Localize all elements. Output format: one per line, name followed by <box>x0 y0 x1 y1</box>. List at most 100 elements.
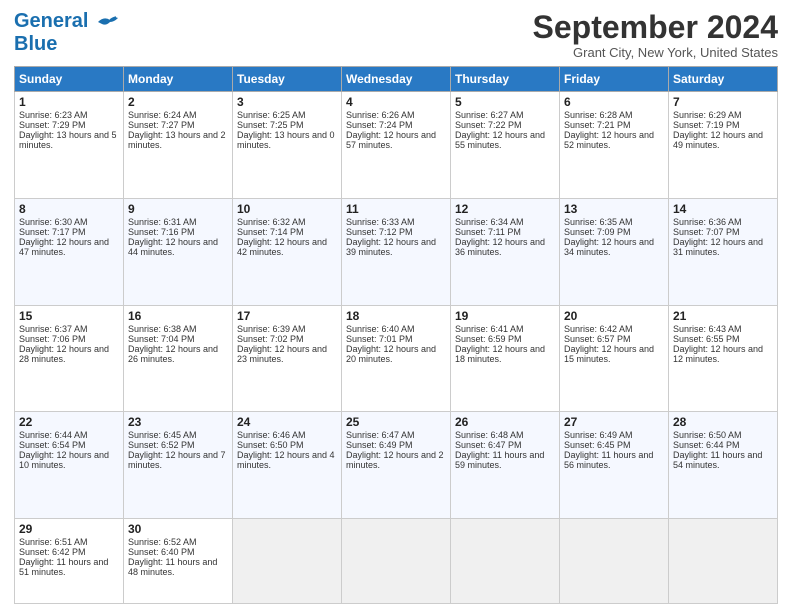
day-number: 2 <box>128 95 228 109</box>
col-sunday: Sunday <box>15 67 124 92</box>
daylight-label: Daylight: 12 hours and 31 minutes. <box>673 237 763 257</box>
calendar-cell: 19 Sunrise: 6:41 AM Sunset: 6:59 PM Dayl… <box>451 305 560 412</box>
daylight-label: Daylight: 12 hours and 23 minutes. <box>237 344 327 364</box>
sunrise-label: Sunrise: 6:25 AM <box>237 110 306 120</box>
day-number: 5 <box>455 95 555 109</box>
sunrise-label: Sunrise: 6:23 AM <box>19 110 88 120</box>
calendar-cell: 17 Sunrise: 6:39 AM Sunset: 7:02 PM Dayl… <box>233 305 342 412</box>
day-number: 13 <box>564 202 664 216</box>
calendar-cell: 28 Sunrise: 6:50 AM Sunset: 6:44 PM Dayl… <box>669 412 778 519</box>
day-number: 7 <box>673 95 773 109</box>
sunset-label: Sunset: 7:22 PM <box>455 120 522 130</box>
calendar-cell: 29 Sunrise: 6:51 AM Sunset: 6:42 PM Dayl… <box>15 519 124 604</box>
calendar-cell: 7 Sunrise: 6:29 AM Sunset: 7:19 PM Dayli… <box>669 92 778 199</box>
sunrise-label: Sunrise: 6:39 AM <box>237 324 306 334</box>
day-number: 22 <box>19 415 119 429</box>
day-number: 15 <box>19 309 119 323</box>
sunset-label: Sunset: 6:54 PM <box>19 440 86 450</box>
col-monday: Monday <box>124 67 233 92</box>
day-number: 16 <box>128 309 228 323</box>
page: General Blue September 2024 Grant City, … <box>0 0 792 612</box>
day-number: 11 <box>346 202 446 216</box>
sunrise-label: Sunrise: 6:47 AM <box>346 430 415 440</box>
calendar-cell <box>669 519 778 604</box>
sunset-label: Sunset: 6:57 PM <box>564 334 631 344</box>
sunrise-label: Sunrise: 6:33 AM <box>346 217 415 227</box>
calendar-cell: 6 Sunrise: 6:28 AM Sunset: 7:21 PM Dayli… <box>560 92 669 199</box>
calendar-cell: 21 Sunrise: 6:43 AM Sunset: 6:55 PM Dayl… <box>669 305 778 412</box>
location: Grant City, New York, United States <box>533 45 778 60</box>
day-number: 24 <box>237 415 337 429</box>
daylight-label: Daylight: 12 hours and 26 minutes. <box>128 344 218 364</box>
day-number: 10 <box>237 202 337 216</box>
sunset-label: Sunset: 6:47 PM <box>455 440 522 450</box>
calendar-cell: 2 Sunrise: 6:24 AM Sunset: 7:27 PM Dayli… <box>124 92 233 199</box>
calendar-cell: 23 Sunrise: 6:45 AM Sunset: 6:52 PM Dayl… <box>124 412 233 519</box>
sunset-label: Sunset: 6:45 PM <box>564 440 631 450</box>
day-number: 18 <box>346 309 446 323</box>
sunset-label: Sunset: 7:25 PM <box>237 120 304 130</box>
calendar-cell: 24 Sunrise: 6:46 AM Sunset: 6:50 PM Dayl… <box>233 412 342 519</box>
calendar-cell <box>560 519 669 604</box>
logo-text: General <box>14 10 118 33</box>
sunrise-label: Sunrise: 6:28 AM <box>564 110 633 120</box>
sunset-label: Sunset: 6:52 PM <box>128 440 195 450</box>
col-saturday: Saturday <box>669 67 778 92</box>
sunset-label: Sunset: 7:06 PM <box>19 334 86 344</box>
sunrise-label: Sunrise: 6:27 AM <box>455 110 524 120</box>
day-number: 14 <box>673 202 773 216</box>
month-title: September 2024 <box>533 10 778 45</box>
calendar-cell: 16 Sunrise: 6:38 AM Sunset: 7:04 PM Dayl… <box>124 305 233 412</box>
sunset-label: Sunset: 7:16 PM <box>128 227 195 237</box>
sunset-label: Sunset: 7:02 PM <box>237 334 304 344</box>
sunrise-label: Sunrise: 6:43 AM <box>673 324 742 334</box>
col-thursday: Thursday <box>451 67 560 92</box>
calendar-cell: 30 Sunrise: 6:52 AM Sunset: 6:40 PM Dayl… <box>124 519 233 604</box>
sunrise-label: Sunrise: 6:34 AM <box>455 217 524 227</box>
day-number: 20 <box>564 309 664 323</box>
calendar-cell: 9 Sunrise: 6:31 AM Sunset: 7:16 PM Dayli… <box>124 198 233 305</box>
day-number: 28 <box>673 415 773 429</box>
day-number: 30 <box>128 522 228 536</box>
day-number: 25 <box>346 415 446 429</box>
sunrise-label: Sunrise: 6:48 AM <box>455 430 524 440</box>
calendar-cell: 10 Sunrise: 6:32 AM Sunset: 7:14 PM Dayl… <box>233 198 342 305</box>
day-number: 21 <box>673 309 773 323</box>
day-number: 17 <box>237 309 337 323</box>
sunset-label: Sunset: 6:44 PM <box>673 440 740 450</box>
daylight-label: Daylight: 12 hours and 57 minutes. <box>346 130 436 150</box>
sunset-label: Sunset: 7:07 PM <box>673 227 740 237</box>
sunset-label: Sunset: 6:59 PM <box>455 334 522 344</box>
calendar-cell: 22 Sunrise: 6:44 AM Sunset: 6:54 PM Dayl… <box>15 412 124 519</box>
sunrise-label: Sunrise: 6:46 AM <box>237 430 306 440</box>
sunrise-label: Sunrise: 6:24 AM <box>128 110 197 120</box>
calendar-cell: 11 Sunrise: 6:33 AM Sunset: 7:12 PM Dayl… <box>342 198 451 305</box>
col-friday: Friday <box>560 67 669 92</box>
sunset-label: Sunset: 7:01 PM <box>346 334 413 344</box>
calendar-cell: 25 Sunrise: 6:47 AM Sunset: 6:49 PM Dayl… <box>342 412 451 519</box>
sunrise-label: Sunrise: 6:51 AM <box>19 537 88 547</box>
calendar-cell: 1 Sunrise: 6:23 AM Sunset: 7:29 PM Dayli… <box>15 92 124 199</box>
daylight-label: Daylight: 13 hours and 0 minutes. <box>237 130 335 150</box>
calendar-cell <box>451 519 560 604</box>
daylight-label: Daylight: 12 hours and 7 minutes. <box>128 450 226 470</box>
sunrise-label: Sunrise: 6:42 AM <box>564 324 633 334</box>
daylight-label: Daylight: 12 hours and 15 minutes. <box>564 344 654 364</box>
sunset-label: Sunset: 6:49 PM <box>346 440 413 450</box>
day-number: 1 <box>19 95 119 109</box>
sunset-label: Sunset: 6:40 PM <box>128 547 195 557</box>
header: General Blue September 2024 Grant City, … <box>14 10 778 60</box>
daylight-label: Daylight: 12 hours and 39 minutes. <box>346 237 436 257</box>
sunset-label: Sunset: 7:12 PM <box>346 227 413 237</box>
daylight-label: Daylight: 11 hours and 51 minutes. <box>19 557 108 577</box>
day-number: 19 <box>455 309 555 323</box>
sunrise-label: Sunrise: 6:26 AM <box>346 110 415 120</box>
sunrise-label: Sunrise: 6:29 AM <box>673 110 742 120</box>
sunset-label: Sunset: 7:17 PM <box>19 227 86 237</box>
daylight-label: Daylight: 12 hours and 49 minutes. <box>673 130 763 150</box>
col-tuesday: Tuesday <box>233 67 342 92</box>
day-number: 26 <box>455 415 555 429</box>
calendar-cell: 3 Sunrise: 6:25 AM Sunset: 7:25 PM Dayli… <box>233 92 342 199</box>
sunrise-label: Sunrise: 6:40 AM <box>346 324 415 334</box>
daylight-label: Daylight: 13 hours and 5 minutes. <box>19 130 117 150</box>
